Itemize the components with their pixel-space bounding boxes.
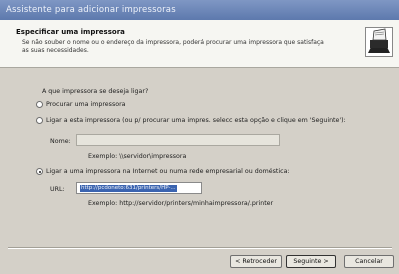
- back-button[interactable]: < Retroceder: [230, 255, 282, 268]
- url-printer-radio[interactable]: [36, 168, 43, 175]
- connect-printer-radio[interactable]: [36, 117, 43, 124]
- next-button[interactable]: Seguinte >: [286, 255, 336, 268]
- url-value: http://pcdoneto:631/printers/HP-...: [80, 185, 177, 192]
- printer-icon: [365, 27, 393, 57]
- name-label: Nome:: [50, 138, 71, 145]
- name-example: Exemplo: \\servidor\impressora: [88, 153, 187, 160]
- url-input[interactable]: http://pcdoneto:631/printers/HP-...: [76, 182, 202, 194]
- wizard-header: Especificar uma impressora Se não souber…: [0, 20, 399, 68]
- url-label: URL:: [50, 186, 65, 193]
- url-example: Exemplo: http://servidor/printers/minhai…: [88, 200, 274, 207]
- url-printer-label[interactable]: Ligar a uma impressora na Internet ou nu…: [46, 168, 290, 175]
- connect-printer-label[interactable]: Ligar a esta impressora (ou p/ procurar …: [46, 117, 346, 124]
- cancel-button[interactable]: Cancelar: [344, 255, 394, 268]
- window-title-bar: Assistente para adicionar impressoras: [0, 0, 399, 20]
- browse-printer-label[interactable]: Procurar uma impressora: [46, 101, 126, 108]
- browse-printer-radio[interactable]: [36, 101, 43, 108]
- window-title: Assistente para adicionar impressoras: [6, 5, 176, 15]
- header-description: Se não souber o nome ou o endereço da im…: [22, 39, 324, 54]
- printer-name-input[interactable]: [76, 134, 280, 146]
- question-label: A que impressora se deseja ligar?: [42, 88, 149, 95]
- header-title: Especificar uma impressora: [16, 28, 125, 36]
- button-separator: [8, 247, 392, 249]
